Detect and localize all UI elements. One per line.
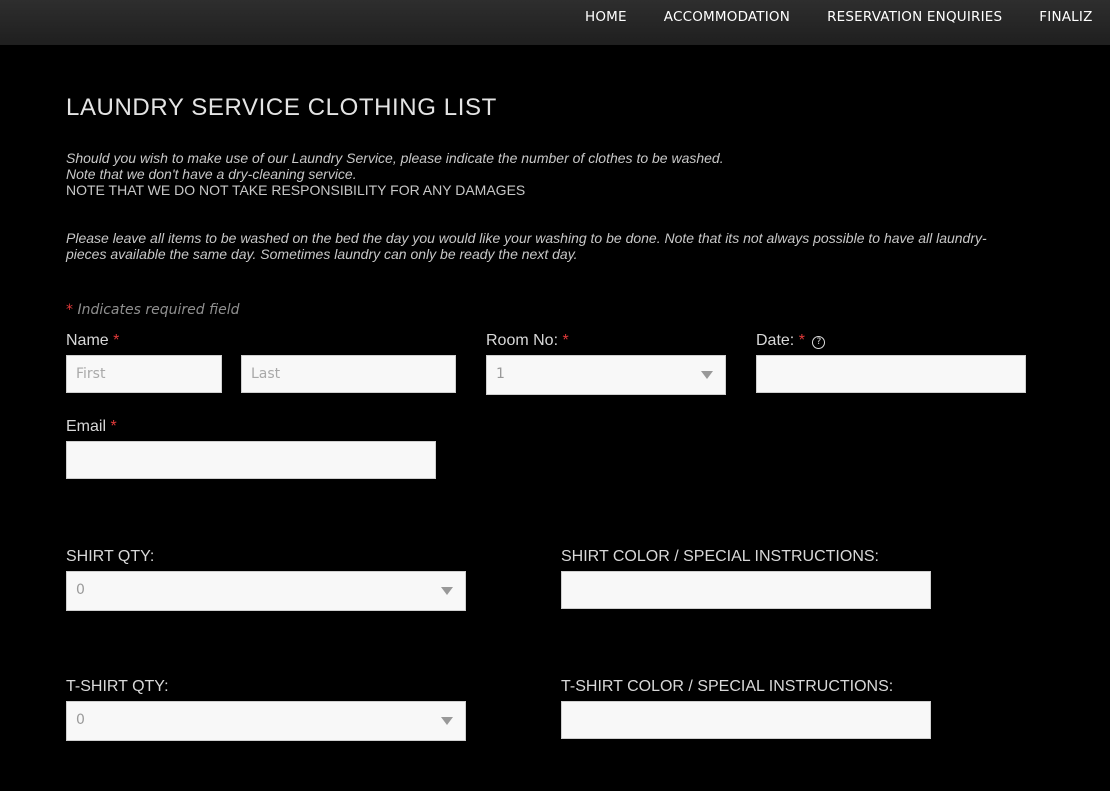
top-navigation-bar: HOME ACCOMMODATION RESERVATION ENQUIRIES…	[0, 0, 1110, 45]
email-label: Email *	[66, 418, 117, 436]
room-select-value: 1	[496, 366, 505, 382]
chevron-down-icon	[441, 717, 453, 725]
chevron-down-icon	[701, 371, 713, 379]
nav-accommodation[interactable]: ACCOMMODATION	[664, 9, 790, 25]
tshirt-color-input[interactable]	[561, 701, 931, 739]
help-circle-icon[interactable]: ?	[812, 336, 826, 349]
instructions-paragraph: Please leave all items to be washed on t…	[66, 230, 987, 262]
tshirt-color-label: T-SHIRT COLOR / SPECIAL INSTRUCTIONS:	[561, 678, 894, 695]
email-label-text: Email	[66, 418, 107, 435]
name-label-text: Name	[66, 332, 109, 349]
shirt-qty-label: SHIRT QTY:	[66, 548, 155, 565]
shirt-qty-select[interactable]: 0	[66, 571, 466, 611]
email-input[interactable]	[66, 441, 436, 479]
room-label: Room No: *	[486, 332, 569, 350]
required-star: *	[110, 418, 117, 435]
date-label-text: Date:	[756, 332, 795, 349]
name-label: Name *	[66, 332, 119, 350]
room-label-text: Room No:	[486, 332, 559, 349]
first-name-placeholder: First	[76, 366, 106, 382]
room-select[interactable]: 1	[486, 355, 726, 395]
tshirt-qty-label: T-SHIRT QTY:	[66, 678, 169, 695]
nav-home[interactable]: HOME	[585, 9, 627, 25]
intro-line-3: NOTE THAT WE DO NOT TAKE RESPONSIBILITY …	[66, 182, 526, 198]
nav-finalize[interactable]: FINALIZ	[1039, 9, 1092, 25]
chevron-down-icon	[441, 587, 453, 595]
shirt-color-label: SHIRT COLOR / SPECIAL INSTRUCTIONS:	[561, 548, 879, 565]
last-name-input[interactable]: Last	[241, 355, 456, 393]
nav-reservation-enquiries[interactable]: RESERVATION ENQUIRIES	[827, 9, 1002, 25]
shirt-qty-value: 0	[76, 582, 85, 598]
required-star: *	[66, 302, 73, 318]
required-field-note: * Indicates required field	[66, 302, 240, 318]
main-nav: HOME ACCOMMODATION RESERVATION ENQUIRIES…	[585, 9, 1110, 25]
date-input[interactable]	[756, 355, 1026, 393]
first-name-input[interactable]: First	[66, 355, 222, 393]
required-star: *	[562, 332, 569, 349]
shirt-color-input[interactable]	[561, 571, 931, 609]
page-title: LAUNDRY SERVICE CLOTHING LIST	[66, 94, 497, 121]
required-star: *	[798, 332, 805, 349]
intro-line-1: Should you wish to make use of our Laund…	[66, 150, 724, 166]
last-name-placeholder: Last	[251, 366, 281, 382]
required-star: *	[113, 332, 120, 349]
intro-text: Should you wish to make use of our Laund…	[66, 150, 1026, 198]
intro-line-2: Note that we don't have a dry-cleaning s…	[66, 166, 357, 182]
tshirt-qty-value: 0	[76, 712, 85, 728]
tshirt-qty-select[interactable]: 0	[66, 701, 466, 741]
date-label: Date: * ?	[756, 332, 826, 350]
required-note-text: Indicates required field	[77, 302, 240, 318]
